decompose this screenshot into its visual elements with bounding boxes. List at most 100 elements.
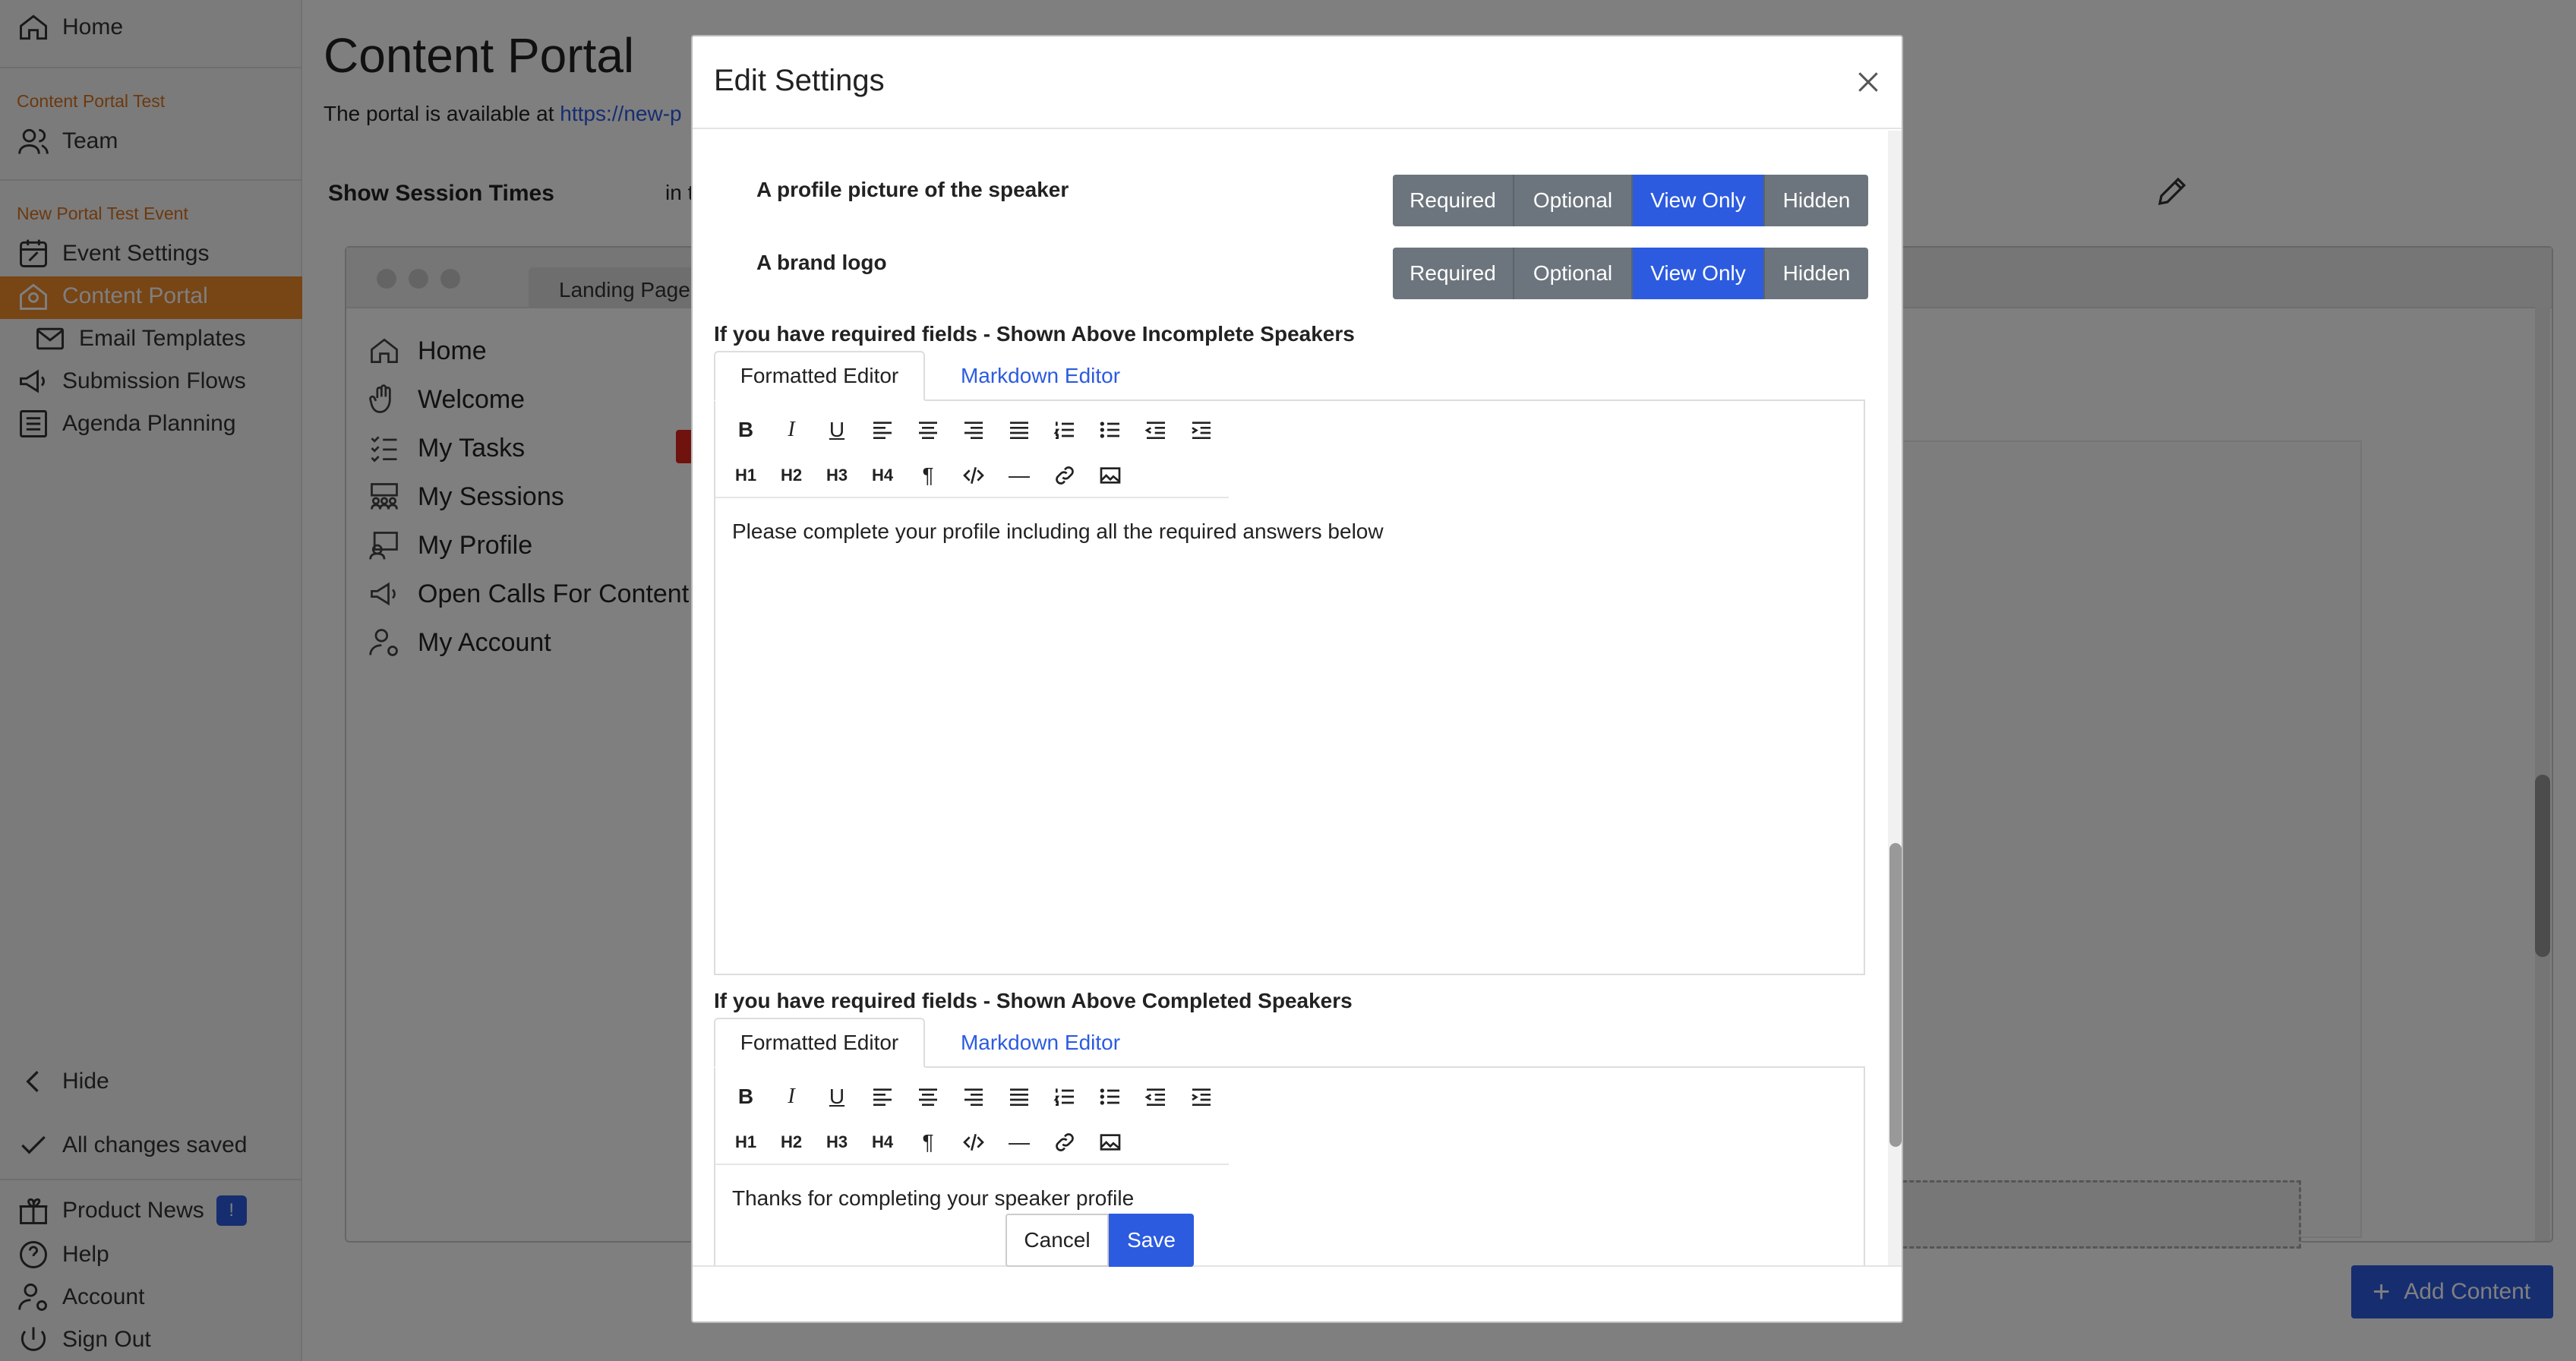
underline-button[interactable]: U <box>814 407 860 453</box>
modal-header: Edit Settings <box>693 36 1902 129</box>
h3-button[interactable]: H3 <box>814 453 860 498</box>
image-icon <box>1100 1134 1121 1151</box>
indent-icon <box>1192 1088 1211 1106</box>
indent-button[interactable] <box>1179 407 1224 453</box>
paragraph-button[interactable]: ¶ <box>905 1119 951 1165</box>
align-center-icon <box>919 1088 937 1106</box>
segmented-control-profile-picture: Required Optional View Only Hidden <box>1393 175 1868 226</box>
link-icon <box>1056 1133 1074 1151</box>
horizontal-rule-button[interactable]: — <box>996 1119 1042 1165</box>
ordered-list-button[interactable] <box>1042 1074 1088 1119</box>
code-button[interactable] <box>951 453 996 498</box>
option-view-only[interactable]: View Only <box>1633 248 1765 299</box>
modal-footer <box>693 1265 1902 1322</box>
edit-settings-modal: Edit Settings A profile picture of the s… <box>691 35 1903 1323</box>
align-right-button[interactable] <box>951 1074 996 1119</box>
outdent-icon <box>1144 1088 1165 1106</box>
justify-button[interactable] <box>996 407 1042 453</box>
italic-button[interactable]: I <box>769 1074 814 1119</box>
field-label-brand-logo: A brand logo <box>756 251 887 274</box>
h1-button[interactable]: H1 <box>723 1119 769 1165</box>
horizontal-rule-button[interactable]: — <box>996 453 1042 498</box>
h4-button[interactable]: H4 <box>860 453 905 498</box>
ordered-list-icon <box>1053 422 1074 439</box>
bullet-list-icon <box>1100 1088 1119 1105</box>
ordered-list-button[interactable] <box>1042 407 1088 453</box>
h2-button[interactable]: H2 <box>769 453 814 498</box>
align-center-button[interactable] <box>905 407 951 453</box>
underline-button[interactable]: U <box>814 1074 860 1119</box>
indent-icon <box>1192 422 1211 439</box>
bold-button[interactable]: B <box>723 407 769 453</box>
image-button[interactable] <box>1088 453 1133 498</box>
editor-toolbar-row: B I U <box>723 407 1224 453</box>
tab-markdown-editor[interactable]: Markdown Editor <box>949 351 1132 401</box>
bold-button[interactable]: B <box>723 1074 769 1119</box>
align-right-icon <box>964 1088 983 1106</box>
justify-button[interactable] <box>996 1074 1042 1119</box>
modal-title: Edit Settings <box>714 64 885 97</box>
editor-toolbar-row: B I U <box>723 1074 1224 1119</box>
option-required[interactable]: Required <box>1393 175 1514 226</box>
editor-toolbar-row: H1 H2 H3 H4 ¶ — <box>723 1119 1133 1165</box>
bullet-list-icon <box>1100 422 1119 438</box>
align-left-icon <box>873 422 892 439</box>
align-right-button[interactable] <box>951 407 996 453</box>
h3-button[interactable]: H3 <box>814 1119 860 1165</box>
toolbar-divider <box>715 1164 1229 1165</box>
close-icon[interactable] <box>1853 67 1883 97</box>
code-icon <box>963 467 984 484</box>
align-left-button[interactable] <box>860 1074 905 1119</box>
modal-scrollbar-thumb[interactable] <box>1889 843 1902 1147</box>
h2-button[interactable]: H2 <box>769 1119 814 1165</box>
bullet-list-button[interactable] <box>1088 1074 1133 1119</box>
align-left-icon <box>873 1088 892 1106</box>
toolbar-divider <box>715 497 1229 498</box>
align-center-icon <box>919 422 937 439</box>
editor-toolbar-row: H1 H2 H3 H4 ¶ — <box>723 453 1133 498</box>
code-icon <box>963 1134 984 1151</box>
align-center-button[interactable] <box>905 1074 951 1119</box>
indent-button[interactable] <box>1179 1074 1224 1119</box>
italic-button[interactable]: I <box>769 407 814 453</box>
tab-formatted-editor[interactable]: Formatted Editor <box>714 351 925 401</box>
save-button[interactable]: Save <box>1109 1214 1194 1267</box>
image-icon <box>1100 467 1121 484</box>
justify-icon <box>1010 422 1028 439</box>
tab-formatted-editor[interactable]: Formatted Editor <box>714 1018 925 1068</box>
editor-tabs-incomplete: Formatted Editor Markdown Editor <box>714 351 1865 401</box>
link-button[interactable] <box>1042 1119 1088 1165</box>
rich-text-editor-completed[interactable]: B I U H1 H2 H3 H4 ¶ — Thanks for complet… <box>714 1068 1865 1265</box>
field-label-profile-picture: A profile picture of the speaker <box>756 178 1069 201</box>
cancel-button[interactable]: Cancel <box>1005 1214 1109 1267</box>
outdent-button[interactable] <box>1133 407 1179 453</box>
editor-content[interactable]: Please complete your profile including a… <box>732 519 1384 544</box>
option-view-only[interactable]: View Only <box>1633 175 1765 226</box>
ordered-list-icon <box>1053 1088 1074 1106</box>
option-hidden[interactable]: Hidden <box>1765 248 1868 299</box>
section-title-completed: If you have required fields - Shown Abov… <box>714 989 1353 1012</box>
paragraph-button[interactable]: ¶ <box>905 453 951 498</box>
outdent-icon <box>1144 422 1165 439</box>
option-required[interactable]: Required <box>1393 248 1514 299</box>
align-right-icon <box>964 422 983 439</box>
editor-tabs-completed: Formatted Editor Markdown Editor <box>714 1018 1865 1068</box>
section-title-incomplete: If you have required fields - Shown Abov… <box>714 322 1355 346</box>
outdent-button[interactable] <box>1133 1074 1179 1119</box>
link-icon <box>1056 466 1074 485</box>
modal-body: A profile picture of the speaker Require… <box>693 131 1886 1265</box>
code-button[interactable] <box>951 1119 996 1165</box>
option-optional[interactable]: Optional <box>1514 248 1633 299</box>
segmented-control-brand-logo: Required Optional View Only Hidden <box>1393 248 1868 299</box>
bullet-list-button[interactable] <box>1088 407 1133 453</box>
tab-markdown-editor[interactable]: Markdown Editor <box>949 1018 1132 1068</box>
option-optional[interactable]: Optional <box>1514 175 1633 226</box>
align-left-button[interactable] <box>860 407 905 453</box>
rich-text-editor-incomplete[interactable]: B I U H1 H2 H3 H4 ¶ — Please complete yo… <box>714 401 1865 975</box>
h4-button[interactable]: H4 <box>860 1119 905 1165</box>
option-hidden[interactable]: Hidden <box>1765 175 1868 226</box>
image-button[interactable] <box>1088 1119 1133 1165</box>
h1-button[interactable]: H1 <box>723 453 769 498</box>
editor-content[interactable]: Thanks for completing your speaker profi… <box>732 1186 1134 1211</box>
link-button[interactable] <box>1042 453 1088 498</box>
